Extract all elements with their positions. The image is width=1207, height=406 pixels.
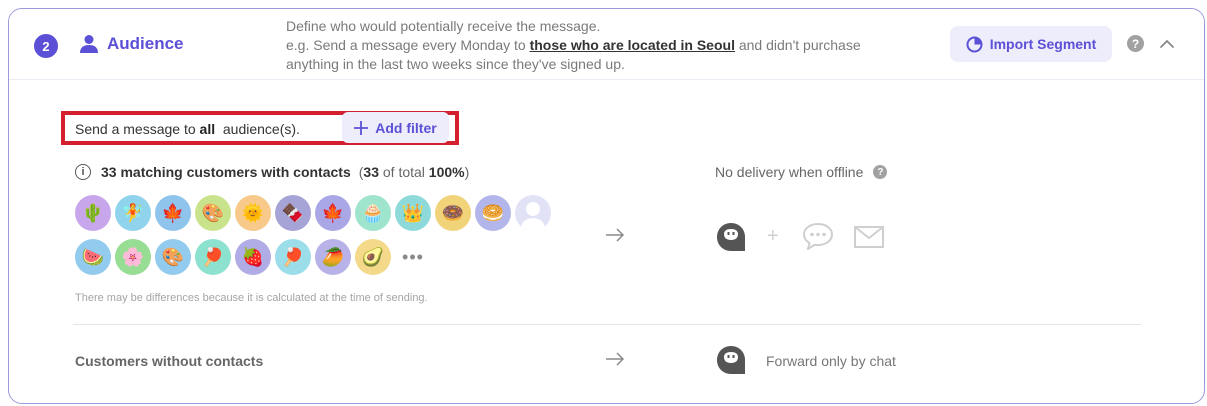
info-icon: i — [75, 164, 91, 180]
description-line-2-suffix: and didn't purchase — [734, 37, 861, 53]
customer-avatar: 👑 — [395, 195, 431, 231]
matching-summary: i 33 matching customers with contacts (3… — [75, 164, 469, 180]
arrow-right-icon — [606, 228, 625, 242]
customer-avatar: 🏓 — [195, 239, 231, 275]
filter-suffix: audience(s). — [215, 121, 300, 137]
customer-avatar: 🌵 — [75, 195, 111, 231]
offline-delivery-label: No delivery when offline — [715, 164, 864, 180]
customer-avatar: 🎨 — [155, 239, 191, 275]
default-avatar-icon — [515, 195, 551, 231]
description-line-3: anything in the last two weeks since the… — [286, 56, 625, 72]
customer-avatar: 🌸 — [115, 239, 151, 275]
plus-separator: + — [767, 225, 779, 247]
section-divider — [73, 324, 1141, 325]
help-icon[interactable]: ? — [873, 165, 888, 179]
customer-avatar: 🥭 — [315, 239, 351, 275]
app-chat-icon — [717, 346, 745, 374]
customer-avatars: 🌵 🧚 🍁 🎨 🌞 🍫 🍁 🧁 👑 🍩 🥯 🍉 🌸 🎨 🏓 🍓 🏓 🥭 🥑 ••• — [75, 195, 555, 283]
speech-bubble-icon — [802, 222, 834, 250]
description-line-2: e.g. Send a message every Monday to thos… — [286, 36, 926, 55]
import-segment-label: Import Segment — [989, 36, 1097, 52]
customer-avatar: 🧚 — [115, 195, 151, 231]
description-line-1: Define who would potentially receive the… — [286, 18, 601, 34]
customer-avatar: 🍁 — [315, 195, 351, 231]
pie-chart-icon — [966, 36, 983, 52]
filter-emphasis: all — [199, 121, 216, 137]
offline-delivery-setting: No delivery when offline ? — [715, 164, 888, 180]
customer-avatar: 🍩 — [435, 195, 471, 231]
more-avatars-icon: ••• — [402, 246, 424, 267]
matching-total-close: ) — [464, 164, 470, 180]
customer-avatar: 🧁 — [355, 195, 391, 231]
chevron-up-icon[interactable] — [1159, 36, 1175, 52]
step-badge: 2 — [34, 34, 58, 58]
filter-highlight-box: Send a message to all audience(s). Add f… — [61, 111, 459, 145]
customer-avatar: 🌞 — [235, 195, 271, 231]
person-icon — [80, 35, 98, 53]
matching-total: (33 of total 100%) — [359, 164, 470, 180]
arrow-right-icon — [606, 352, 625, 366]
description-line-2-prefix: e.g. Send a message every Monday to — [286, 37, 530, 53]
customer-avatar: 🎨 — [195, 195, 231, 231]
section-description: Define who would potentially receive the… — [286, 17, 926, 74]
mail-icon — [854, 226, 884, 248]
audience-card: 2 Audience Define who would potentially … — [8, 8, 1205, 404]
help-icon[interactable]: ? — [1127, 35, 1144, 52]
section-title: Audience — [107, 34, 184, 53]
customer-avatar: 🍓 — [235, 239, 271, 275]
app-chat-icon — [717, 223, 745, 251]
calculation-note: There may be differences because it is c… — [75, 292, 428, 304]
customer-avatar: 🍉 — [75, 239, 111, 275]
matching-total-percent: 100% — [428, 164, 465, 180]
add-filter-button[interactable]: Add filter — [342, 112, 449, 143]
avatar-row-1: 🌵 🧚 🍁 🎨 🌞 🍫 🍁 🧁 👑 🍩 🥯 — [75, 195, 555, 231]
filter-prefix: Send a message to — [75, 121, 200, 137]
customer-avatar: 🥑 — [355, 239, 391, 275]
customer-avatar: 🍁 — [155, 195, 191, 231]
plus-icon — [354, 120, 369, 135]
description-highlight: those who are located in Seoul — [529, 37, 735, 53]
matching-count: 33 matching customers with contacts — [101, 164, 351, 180]
avatar-row-2: 🍉 🌸 🎨 🏓 🍓 🏓 🥭 🥑 ••• — [75, 239, 555, 275]
forward-only-by-chat-label: Forward only by chat — [766, 353, 896, 369]
customer-avatar: 🍫 — [275, 195, 311, 231]
filter-sentence: Send a message to all audience(s). — [75, 121, 300, 137]
matching-total-middle: of total — [378, 164, 429, 180]
add-filter-label: Add filter — [375, 119, 437, 136]
matching-total-count: 33 — [363, 164, 379, 180]
customer-avatar: 🏓 — [275, 239, 311, 275]
import-segment-button[interactable]: Import Segment — [950, 26, 1112, 62]
card-header[interactable]: 2 Audience Define who would potentially … — [9, 9, 1204, 80]
customer-avatar: 🥯 — [475, 195, 511, 231]
customers-without-contacts-label: Customers without contacts — [75, 353, 264, 369]
